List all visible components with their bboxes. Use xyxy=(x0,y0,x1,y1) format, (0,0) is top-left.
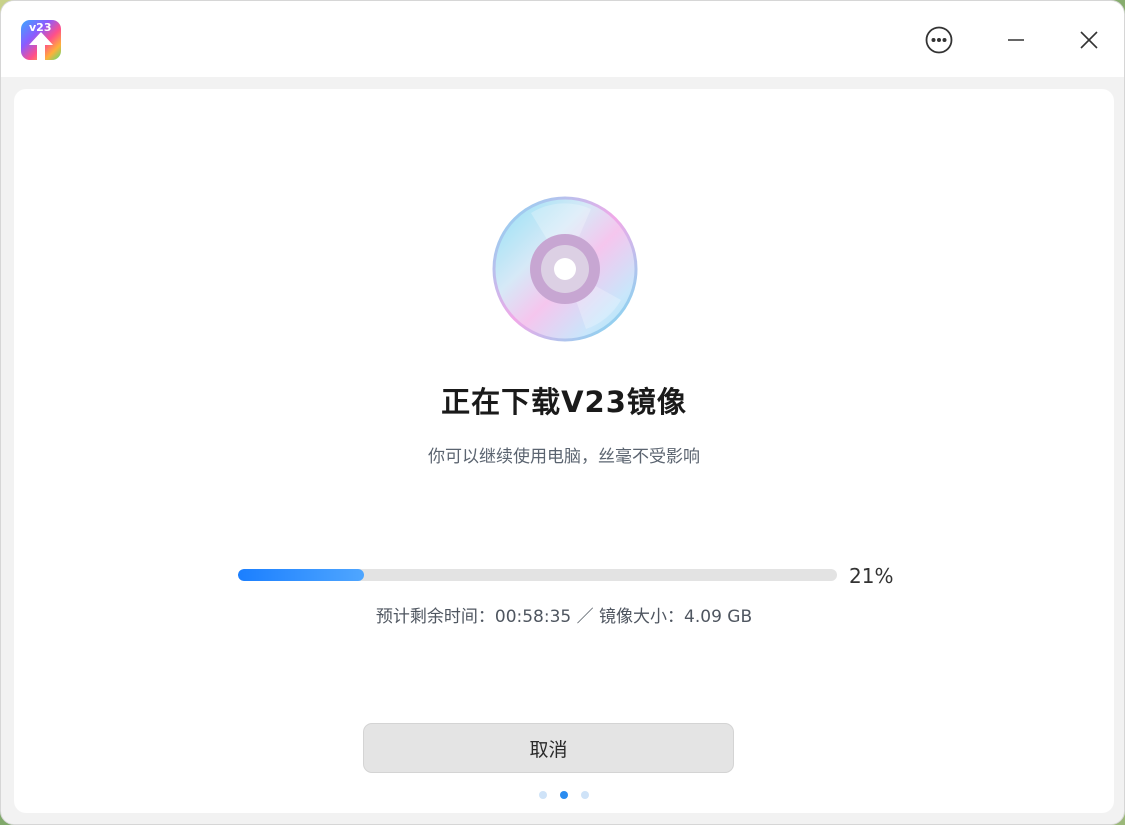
download-progress-bar xyxy=(238,569,837,581)
page-title: 正在下载V23镜像 xyxy=(441,385,687,419)
app-logo-icon: v23 xyxy=(21,20,61,60)
page-subtitle: 你可以继续使用电脑，丝毫不受影响 xyxy=(428,447,700,467)
minimize-icon xyxy=(1008,39,1024,41)
pagination-dot xyxy=(560,791,568,799)
titlebar: v23 xyxy=(1,1,1124,77)
pagination-dot xyxy=(539,791,547,799)
main-content: 正在下载V23镜像 你可以继续使用电脑，丝毫不受影响 21% 预计剩余时间：00… xyxy=(14,89,1114,813)
download-progress-fill xyxy=(238,569,364,581)
cancel-button[interactable]: 取消 xyxy=(363,723,734,773)
minimize-button[interactable] xyxy=(999,23,1033,57)
pagination-dot xyxy=(581,791,589,799)
disc-icon xyxy=(492,196,638,342)
progress-percent: 21% xyxy=(849,564,894,588)
download-info: 预计剩余时间：00:58:35 ／ 镜像大小：4.09 GB xyxy=(375,607,753,627)
more-options-icon xyxy=(925,26,953,54)
more-options-button[interactable] xyxy=(922,23,956,57)
close-button[interactable] xyxy=(1072,23,1106,57)
app-window: v23 正在下载V23镜像 你可以继续使用电脑，丝毫不受影响 21% 预计剩余时… xyxy=(0,0,1125,825)
close-icon xyxy=(1080,31,1098,49)
pagination-dots xyxy=(14,791,1114,799)
